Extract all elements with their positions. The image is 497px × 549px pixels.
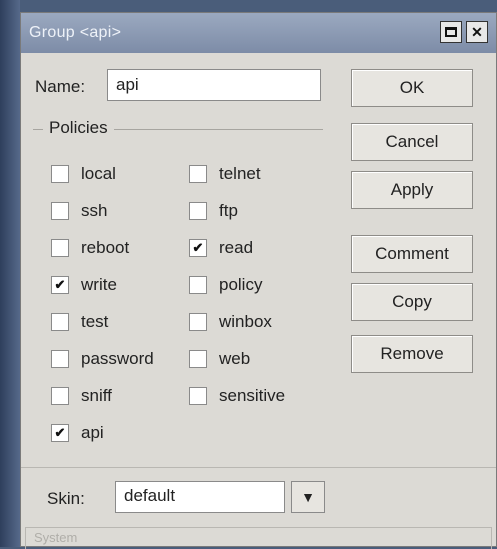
name-input[interactable] — [107, 69, 321, 101]
policy-web-checkbox[interactable]: web — [189, 349, 250, 369]
skin-label: Skin: — [47, 489, 85, 508]
checkbox-box[interactable] — [189, 276, 207, 294]
checkbox-box[interactable] — [51, 387, 69, 405]
policy-winbox-checkbox[interactable]: winbox — [189, 312, 272, 332]
copy-button[interactable]: Copy — [351, 283, 473, 321]
apply-button[interactable]: Apply — [351, 171, 473, 209]
checkbox-label: read — [219, 238, 254, 257]
checkbox-label: winbox — [219, 312, 272, 331]
checkbox-box[interactable] — [51, 350, 69, 368]
divider — [21, 467, 496, 468]
checkbox-box[interactable] — [189, 202, 207, 220]
policy-sniff-checkbox[interactable]: sniff — [51, 386, 112, 406]
checkbox-box[interactable] — [51, 313, 69, 331]
checkbox-label: password — [81, 349, 154, 368]
cancel-button[interactable]: Cancel — [351, 123, 473, 161]
checkbox-label: sensitive — [219, 386, 286, 405]
policy-ftp-checkbox[interactable]: ftp — [189, 201, 238, 221]
checkbox-label: ssh — [81, 201, 108, 220]
group-dialog: Group <api> ✕ Name: Policies local ssh r… — [20, 12, 497, 549]
ok-button[interactable]: OK — [351, 69, 473, 107]
checkbox-label: policy — [219, 275, 263, 294]
background-strip — [0, 0, 20, 547]
checkbox-box[interactable] — [51, 239, 69, 257]
checkbox-box[interactable] — [51, 202, 69, 220]
remove-button[interactable]: Remove — [351, 335, 473, 373]
checkbox-label: web — [219, 349, 251, 368]
checkbox-box[interactable] — [189, 350, 207, 368]
policy-sensitive-checkbox[interactable]: sensitive — [189, 386, 285, 406]
checkbox-box[interactable] — [189, 387, 207, 405]
checkbox-box[interactable] — [189, 313, 207, 331]
policy-read-checkbox[interactable]: ✔ read — [189, 238, 253, 258]
policy-ssh-checkbox[interactable]: ssh — [51, 201, 107, 221]
policy-password-checkbox[interactable]: password — [51, 349, 154, 369]
policy-write-checkbox[interactable]: ✔ write — [51, 275, 117, 295]
checkbox-label: reboot — [81, 238, 130, 257]
checkbox-box[interactable]: ✔ — [51, 424, 69, 442]
name-label: Name: — [35, 77, 86, 96]
policy-telnet-checkbox[interactable]: telnet — [189, 164, 261, 184]
checkbox-label: test — [81, 312, 109, 331]
close-icon[interactable]: ✕ — [466, 21, 488, 43]
policy-test-checkbox[interactable]: test — [51, 312, 108, 332]
policy-reboot-checkbox[interactable]: reboot — [51, 238, 129, 258]
checkbox-box[interactable] — [51, 165, 69, 183]
dropdown-arrow-icon[interactable]: ▼ — [291, 481, 325, 513]
title-bar[interactable]: Group <api> ✕ — [21, 13, 496, 53]
checkbox-label: telnet — [219, 164, 261, 183]
checkbox-label: sniff — [81, 386, 112, 405]
checkbox-box[interactable]: ✔ — [189, 239, 207, 257]
policies-legend: Policies — [43, 118, 114, 138]
checkbox-label: api — [81, 423, 104, 442]
comment-button[interactable]: Comment — [351, 235, 473, 273]
policy-local-checkbox[interactable]: local — [51, 164, 116, 184]
skin-select[interactable]: default — [115, 481, 285, 513]
checkbox-box[interactable] — [189, 165, 207, 183]
checkbox-label: ftp — [219, 201, 238, 220]
policy-policy-checkbox[interactable]: policy — [189, 275, 262, 295]
checkbox-box[interactable]: ✔ — [51, 276, 69, 294]
checkbox-label: local — [81, 164, 116, 183]
checkbox-label: write — [81, 275, 117, 294]
maximize-icon[interactable] — [440, 21, 462, 43]
status-bar: System — [25, 527, 492, 549]
window-title: Group <api> — [29, 24, 122, 41]
policy-api-checkbox[interactable]: ✔ api — [51, 423, 104, 443]
